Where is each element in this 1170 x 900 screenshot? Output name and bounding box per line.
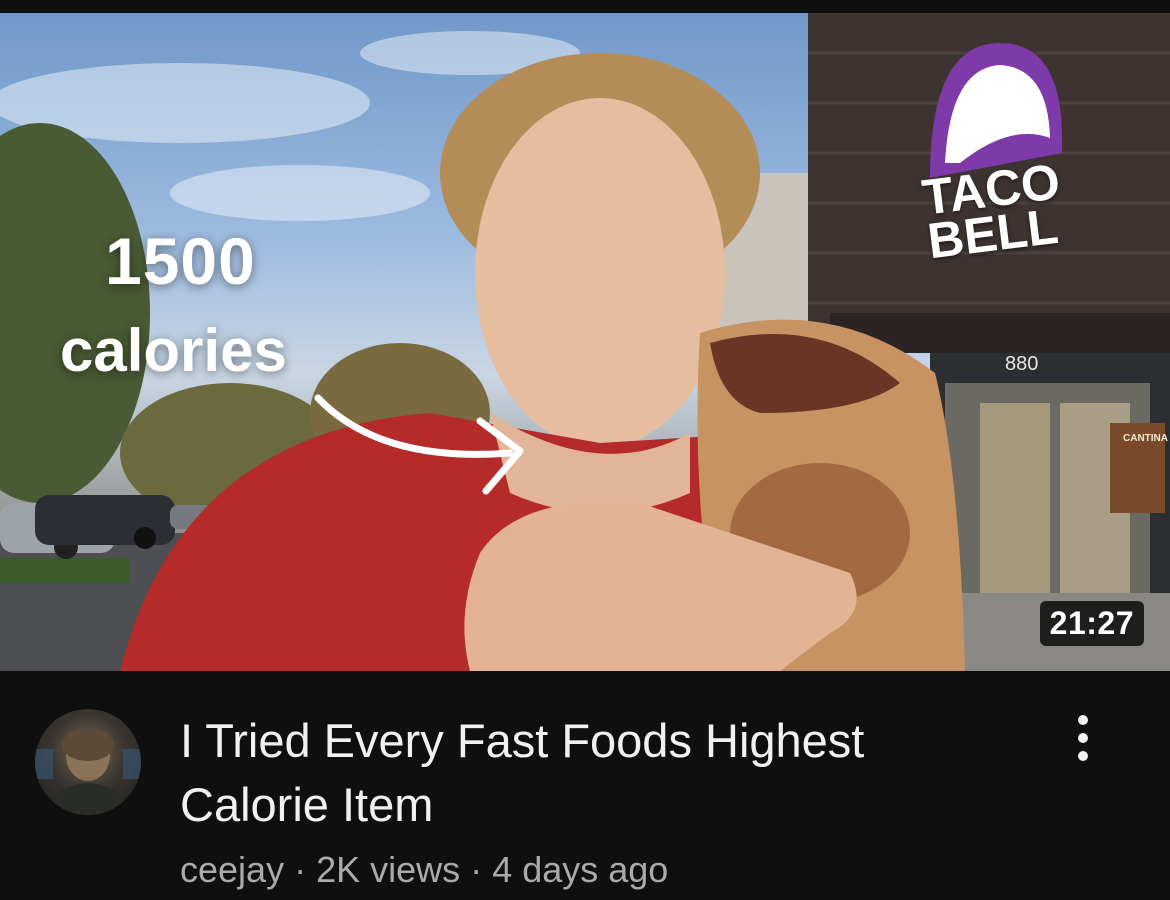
calorie-number-overlay: 1500 xyxy=(105,224,256,298)
more-options-button[interactable] xyxy=(1058,715,1108,775)
video-meta: I Tried Every Fast Foods Highest Calorie… xyxy=(0,671,1170,900)
video-thumbnail[interactable]: 1500 calories TACO BELL 880 CANTINA 21:2… xyxy=(0,13,1170,671)
separator-dot: · xyxy=(294,849,307,890)
calorie-word-overlay: calories xyxy=(60,317,287,384)
video-subline: ceejay · 2K views · 4 days ago xyxy=(180,849,668,891)
view-count: 2K views xyxy=(316,849,461,890)
more-vertical-icon xyxy=(1058,715,1108,761)
upload-age: 4 days ago xyxy=(492,849,669,890)
avatar-image xyxy=(35,729,141,815)
cantina-sign: CANTINA xyxy=(1123,433,1168,444)
taco-bell-logo: TACO BELL xyxy=(919,153,1068,270)
video-title[interactable]: I Tried Every Fast Foods Highest Calorie… xyxy=(180,709,1020,837)
store-number: 880 xyxy=(1005,353,1039,375)
channel-name[interactable]: ceejay xyxy=(180,849,284,890)
duration-badge: 21:27 xyxy=(1039,601,1144,646)
separator-dot: · xyxy=(470,849,483,890)
top-bar xyxy=(0,0,1170,13)
logo-line-2: BELL xyxy=(924,197,1062,270)
channel-avatar[interactable] xyxy=(35,709,141,815)
